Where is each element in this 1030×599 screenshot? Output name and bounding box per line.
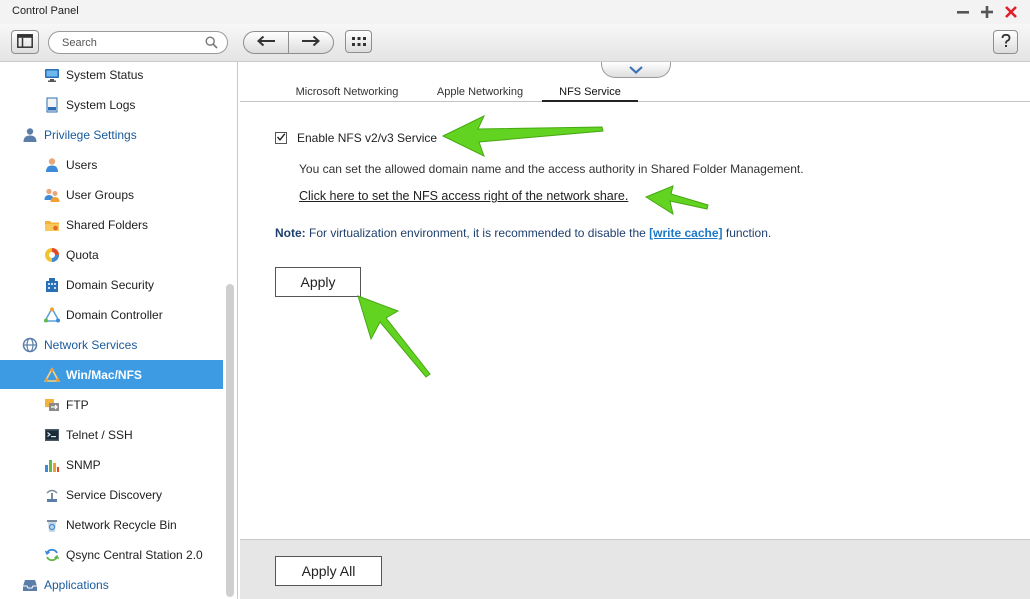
question-icon [1001,33,1011,51]
content-panel: Microsoft Networking Apple Networking NF… [240,62,1030,539]
sidebar-item-ftp[interactable]: FTP [0,390,223,419]
sidebar-item-win-mac-nfs[interactable]: Win/Mac/NFS [0,360,223,389]
sidebar-category-privilege-settings[interactable]: Privilege Settings [0,120,223,149]
sidebar-item-system-logs[interactable]: System Logs [0,90,223,119]
user-icon [44,157,60,173]
title-bar: Control Panel [0,0,1030,24]
arrow-left-icon [256,35,276,50]
ftp-icon [44,397,60,413]
folder-icon [44,217,60,233]
panel-toggle-button[interactable] [11,30,39,54]
sidebar: System Status System Logs Privilege Sett… [0,62,238,599]
search-box [48,31,228,54]
write-cache-link[interactable]: [write cache] [649,226,722,240]
sidebar-item-telnet-ssh[interactable]: Telnet / SSH [0,420,223,449]
note-text: For virtualization environment, it is re… [305,226,650,240]
tab-bar: Microsoft Networking Apple Networking NF… [240,82,1030,102]
virtualization-note: Note: For virtualization environment, it… [275,226,771,240]
apply-all-button[interactable]: Apply All [275,556,382,586]
maximize-icon[interactable] [977,2,997,22]
tab-apple-networking[interactable]: Apple Networking [436,86,524,102]
building-icon [44,277,60,293]
sidebar-item-user-groups[interactable]: User Groups [0,180,223,209]
tray-icon [22,577,38,593]
nfs-access-right-link[interactable]: Click here to set the NFS access right o… [299,189,628,203]
sidebar-item-shared-folders[interactable]: Shared Folders [0,210,223,239]
search-icon[interactable] [205,36,218,52]
sidebar-item-domain-controller[interactable]: Domain Controller [0,300,223,329]
sidebar-item-users[interactable]: Users [0,150,223,179]
triangle-network-icon [44,306,60,323]
chevron-down-icon [628,63,644,77]
winmacnfs-icon [44,366,60,383]
panel-layout-icon [17,33,33,51]
pie-icon [44,247,60,263]
enable-nfs-label: Enable NFS v2/v3 Service [297,131,438,145]
sync-icon [44,547,60,563]
bar-chart-icon [44,457,60,473]
sidebar-category-network-services[interactable]: Network Services [0,330,223,359]
sidebar-item-qsync[interactable]: Qsync Central Station 2.0 [0,540,223,569]
close-icon[interactable] [1001,2,1021,22]
apply-button[interactable]: Apply [275,267,361,297]
enable-nfs-checkbox[interactable] [275,132,287,144]
history-nav [243,31,334,54]
window-title: Control Panel [12,5,79,17]
sidebar-category-applications[interactable]: Applications [0,570,223,599]
note-label: Note: [275,226,306,240]
back-button[interactable] [244,32,288,53]
log-icon [44,97,60,113]
user-group-icon [44,187,60,203]
terminal-icon [44,427,60,443]
sidebar-item-quota[interactable]: Quota [0,240,223,269]
sidebar-item-system-status[interactable]: System Status [0,62,223,89]
tab-nfs-service[interactable]: NFS Service [542,86,638,102]
sidebar-scrollbar[interactable] [226,284,234,597]
sidebar-item-domain-security[interactable]: Domain Security [0,270,223,299]
sidebar-item-snmp[interactable]: SNMP [0,450,223,479]
help-button[interactable] [993,30,1018,54]
checkmark-icon [276,131,286,145]
note-text-end: function. [722,226,772,240]
globe-icon [22,337,38,353]
forward-button[interactable] [288,32,333,53]
grid-icon [351,35,366,49]
monitor-icon [44,67,60,83]
tab-microsoft-networking[interactable]: Microsoft Networking [293,86,401,102]
collapse-panel-button[interactable] [601,62,671,78]
sidebar-item-service-discovery[interactable]: Service Discovery [0,480,223,509]
recycle-bin-icon [44,517,60,533]
apps-grid-button[interactable] [345,30,372,53]
minimize-icon[interactable] [953,2,973,22]
arrow-right-icon [301,35,321,50]
sidebar-item-network-recycle-bin[interactable]: Network Recycle Bin [0,510,223,539]
person-icon [22,127,38,143]
toolbar [0,24,1030,62]
nfs-description: You can set the allowed domain name and … [299,162,804,176]
search-input[interactable] [62,35,202,51]
footer-bar: Apply All [240,539,1030,599]
discovery-icon [44,487,60,503]
